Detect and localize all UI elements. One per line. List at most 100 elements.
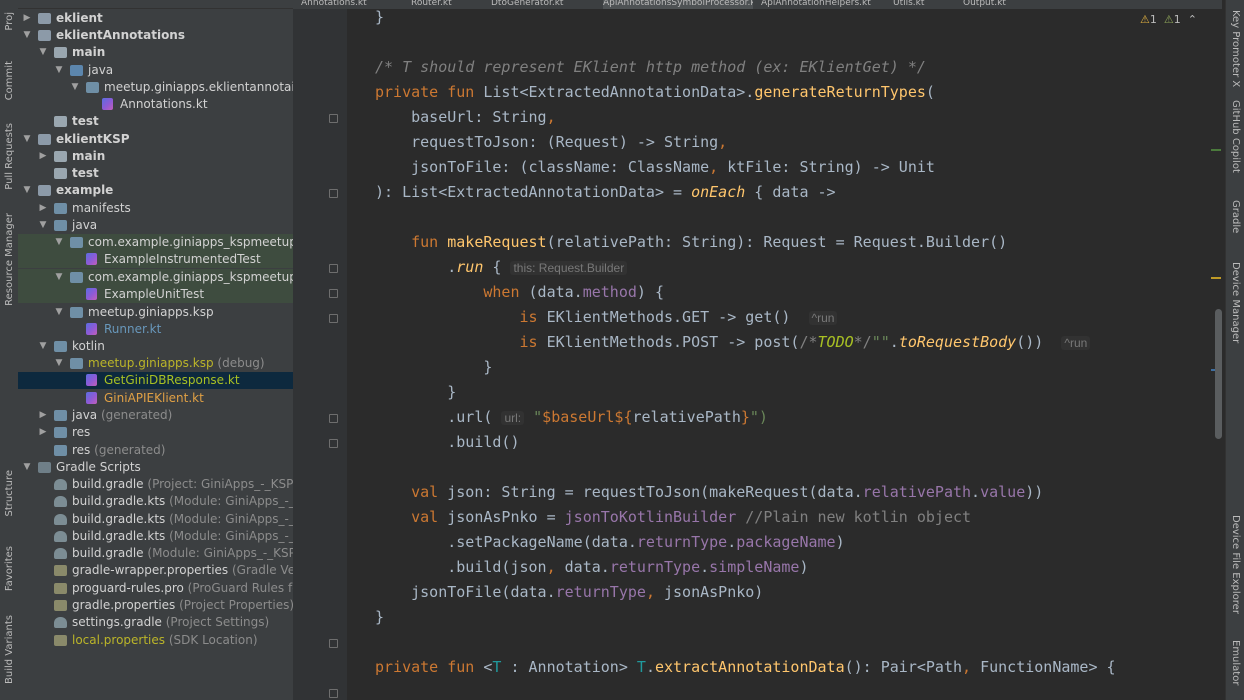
editor-tab[interactable]: Utils.kt [893,0,953,9]
tree-item[interactable]: res (generated) [18,442,293,459]
editor-scrollbar[interactable] [1205,9,1225,700]
tree-item[interactable]: build.gradle (Module: GiniApps_-_KSP_M [18,545,293,562]
tree-item[interactable]: ▼ meetup.giniapps.ksp [18,304,293,321]
tree-item[interactable]: GiniAPIEKlient.kt [18,390,293,407]
right-tab-github-copilot[interactable]: GitHub Copilot [1226,100,1244,180]
left-tab-commit[interactable]: Commit [0,52,18,110]
editor-tab[interactable]: DtoGenerator.kt [491,0,591,9]
right-tab-key-promoter-x[interactable]: Key Promoter X [1226,10,1244,87]
tree-item[interactable]: ▶ manifests [18,200,293,217]
fold-marker-icon[interactable] [329,264,338,273]
code-editor[interactable]: } /* T should represent EKlient http meth… [347,9,1205,700]
fold-marker-icon[interactable] [329,114,338,123]
chevron-down-icon[interactable]: ▼ [54,355,64,372]
tree-item-hint: (Project Settings) [165,615,270,629]
chevron-down-icon[interactable]: ▼ [54,304,64,321]
chevron-down-icon[interactable]: ▼ [54,269,64,286]
editor-tab[interactable]: ApiAnnotationHelpers.kt [761,0,883,9]
tree-item[interactable]: ▼ meetup.giniapps.ksp (debug) [18,355,293,372]
module-folder-icon [38,13,51,24]
tree-item[interactable]: ▼ com.example.giniapps_kspmeetup (te: [18,269,293,286]
code-token: . [889,333,899,351]
fold-marker-icon[interactable] [329,639,338,648]
chevron-down-icon[interactable]: ▼ [22,182,32,199]
tree-item[interactable]: build.gradle.kts (Module: GiniApps_-_KSP [18,528,293,545]
tree-item[interactable]: ▼ meetup.giniapps.eklientannotaions [18,79,293,96]
tree-item[interactable]: ▼ kotlin [18,338,293,355]
tree-item[interactable]: ExampleInstrumentedTest [18,251,293,268]
right-tab-emulator[interactable]: Emulator [1226,640,1244,700]
tree-item[interactable]: local.properties (SDK Location) [18,632,293,649]
tree-item-label: build.gradle (Project: GiniApps_-_KSP_Me [72,476,293,493]
chevron-down-icon[interactable]: ▼ [22,27,32,44]
chevron-down-icon[interactable]: ▼ [22,131,32,148]
inspection-widget[interactable]: ⚠1 ⚠1 ⌃ ⌄ [1140,13,1213,26]
tree-item[interactable]: ▼ java [18,217,293,234]
left-tab-pull-requests[interactable]: Pull Requests [0,120,18,192]
tree-item[interactable]: Annotations.kt [18,96,293,113]
code-token: relativePath [862,483,972,501]
code-token: .build(json [375,558,547,576]
fold-marker-icon[interactable] [329,689,338,698]
tree-item[interactable]: ▶ res [18,424,293,441]
tree-item[interactable]: proguard-rules.pro (ProGuard Rules for G [18,580,293,597]
chevron-right-icon[interactable]: ▶ [22,10,32,27]
tree-item[interactable]: build.gradle (Project: GiniApps_-_KSP_Me [18,476,293,493]
chevron-down-icon[interactable]: ▼ [38,217,48,234]
chevron-down-icon[interactable]: ▼ [38,44,48,61]
tree-item-name: kotlin [72,339,105,353]
fold-marker-icon[interactable] [329,414,338,423]
tree-item[interactable]: Runner.kt [18,321,293,338]
tree-item[interactable]: ▼ com.example.giniapps_kspmeetup (an [18,234,293,251]
left-tab-build-variants[interactable]: Build Variants [0,614,18,684]
fold-marker-icon[interactable] [329,314,338,323]
left-tab-favorites[interactable]: Favorites [0,540,18,598]
chevron-right-icon[interactable]: ▶ [38,407,48,424]
tree-item[interactable]: settings.gradle (Project Settings) [18,614,293,631]
chevron-down-icon[interactable]: ▼ [38,338,48,355]
code-token: val [375,508,448,526]
tree-item[interactable]: GetGiniDBResponse.kt [18,372,293,389]
tree-item[interactable]: ▼ Gradle Scripts [18,459,293,476]
editor-tab[interactable]: Output.kt [963,0,1033,9]
tree-item[interactable]: gradle-wrapper.properties (Gradle Versio [18,562,293,579]
tree-item[interactable]: ▼ java [18,62,293,79]
tree-item[interactable]: ▼ eklientKSP [18,131,293,148]
tree-item[interactable]: build.gradle.kts (Module: GiniApps_-_KSP [18,511,293,528]
tree-item[interactable]: ▼ example [18,182,293,199]
chevron-down-icon[interactable]: ▼ [54,62,64,79]
tree-item[interactable]: ExampleUnitTest [18,286,293,303]
module-folder-icon [38,134,51,145]
right-tab-device-file-explorer[interactable]: Device File Explorer [1226,515,1244,614]
chevron-down-icon[interactable]: ▼ [54,234,64,251]
tree-item[interactable]: test [18,113,293,130]
right-tab-gradle[interactable]: Gradle [1226,200,1244,246]
chevron-down-icon[interactable]: ▼ [22,459,32,476]
chevron-down-icon[interactable]: ▼ [70,79,80,96]
tree-item[interactable]: build.gradle.kts (Module: GiniApps_-_KSP [18,493,293,510]
right-tab-device-manager[interactable]: Device Manager [1226,262,1244,352]
tree-item[interactable]: ▶ main [18,148,293,165]
tree-item[interactable]: gradle.properties (Project Properties) [18,597,293,614]
chevron-right-icon[interactable]: ▶ [38,200,48,217]
code-token: FunctionName> { [971,658,1116,676]
tree-item[interactable]: ▼ eklientAnnotations [18,27,293,44]
left-tab-structure[interactable]: Structure [0,462,18,524]
fold-marker-icon[interactable] [329,289,338,298]
tree-item[interactable]: ▼ main [18,44,293,61]
scrollbar-thumb[interactable] [1215,309,1222,439]
left-tab-resource-manager[interactable]: Resource Manager [0,212,18,307]
left-tab-proj[interactable]: Proj [0,0,18,42]
editor-tab[interactable]: Annotations.kt [301,0,401,9]
code-token: makeRequest [447,233,547,251]
chevron-up-icon[interactable]: ⌃ [1188,13,1197,26]
tree-item[interactable]: test [18,165,293,182]
chevron-right-icon[interactable]: ▶ [38,424,48,441]
fold-marker-icon[interactable] [329,189,338,198]
tree-item[interactable]: ▶ eklient [18,10,293,27]
fold-marker-icon[interactable] [329,439,338,448]
chevron-right-icon[interactable]: ▶ [38,148,48,165]
tree-item[interactable]: ▶ java (generated) [18,407,293,424]
editor-tab[interactable]: Router.kt [411,0,481,9]
tree-item-label: meetup.giniapps.eklientannotaions [104,79,293,96]
